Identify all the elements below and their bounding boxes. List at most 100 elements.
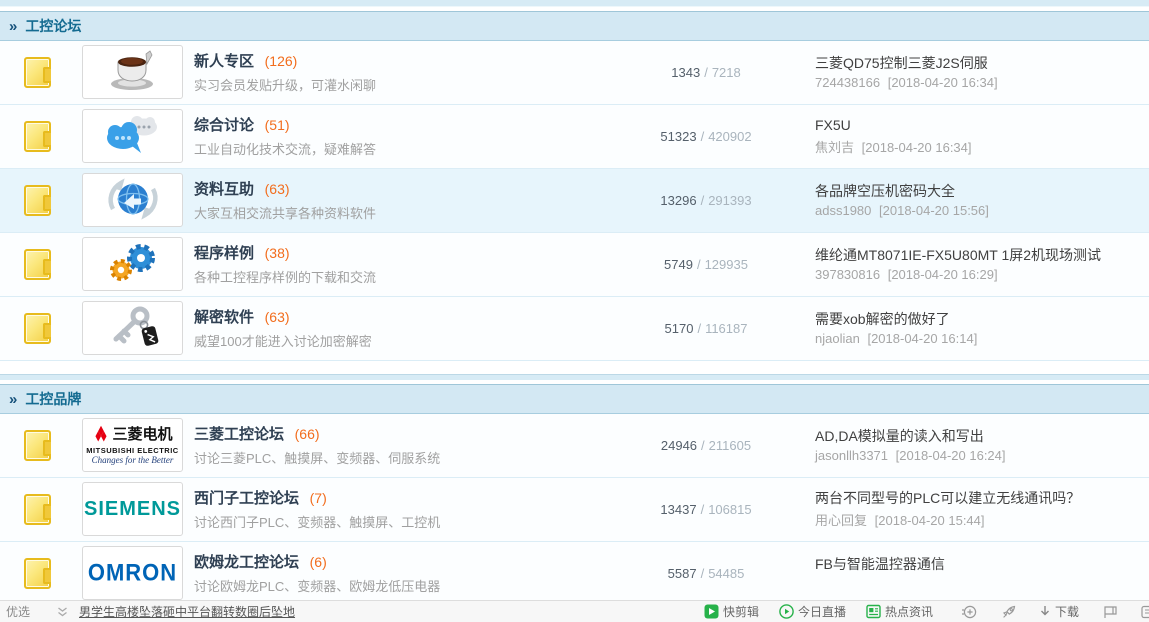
mitsubishi-slogan-text: Changes for the Better [86,456,178,465]
forum-image-link[interactable]: SIEMENS [82,482,183,536]
forum-image-link[interactable] [82,109,183,163]
posts-count: 116187 [705,321,747,336]
last-post-author-link[interactable]: njaolian [815,331,860,346]
last-post-title-link[interactable]: 两台不同型号的PLC可以建立无线通讯吗？ [815,489,1143,508]
posts-count: 129935 [705,257,748,272]
last-post-author-link[interactable]: 用心回复 [815,513,867,528]
collapse-chevrons-icon[interactable] [57,606,68,618]
last-post: 两台不同型号的PLC可以建立无线通讯吗？ 用心回复 [2018-04-20 15… [815,489,1149,529]
forum-description: 工业自动化技术交流，疑难解答 [194,139,597,158]
featured-label: 优选 [6,603,30,620]
threads-count: 1343 [671,65,700,80]
forum-row: SIEMENS 西门子工控论坛 (7) 讨论西门子PLC、变频器、触摸屏、工控机… [0,478,1149,542]
stats-separator: / [704,65,708,80]
forum-name-link[interactable]: 欧姆龙工控论坛 [194,554,299,571]
forum-name-link[interactable]: 解密软件 [194,309,254,326]
posts-count: 211605 [709,438,751,453]
forum-description: 威望100才能进入讨论加密解密 [194,331,597,350]
forum-name-link[interactable]: 西门子工控论坛 [194,490,299,507]
forum-image-link[interactable] [82,301,183,355]
forum-today-count: (38) [265,245,290,261]
rocket-icon[interactable] [1001,604,1017,620]
stats-separator: / [701,193,705,208]
forum-stats: 1343/7218 [597,65,815,80]
download-button[interactable]: 下载 [1039,603,1079,620]
forum-name-link[interactable]: 资料互助 [194,181,254,198]
live-today-button[interactable]: 今日直播 [779,603,846,620]
forum-page: »工控论坛 新人专区 (126) 实习会员发贴升级，可灌水闲聊 1343/721… [0,0,1149,622]
last-post-title-link[interactable]: FX5U [815,116,1143,135]
last-post-title-link[interactable]: 各品牌空压机密码大全 [815,182,1143,201]
edge-clipped-icon[interactable] [1141,605,1149,619]
double-arrow-icon: » [9,391,17,408]
last-post: 各品牌空压机密码大全 adss1980 [2018-04-20 15:56] [815,182,1149,218]
forum-description: 讨论欧姆龙PLC、变频器、欧姆龙低压电器 [194,576,597,595]
forum-name-link[interactable]: 三菱工控论坛 [194,426,284,443]
last-post: AD,DA模拟量的读入和写出 jasonllh3371 [2018-04-20 … [815,427,1149,463]
forum-image-link[interactable]: 三菱电机 MITSUBISHI ELECTRICChanges for the B… [82,418,183,472]
toolbar-right-cluster: 快剪辑 今日直播 热点资讯 [684,603,1149,620]
folder-icon [24,57,51,88]
last-post-author-link[interactable]: 焦刘吉 [815,140,854,155]
forum-row: OMRON 欧姆龙工控论坛 (6) 讨论欧姆龙PLC、变频器、欧姆龙低压电器 5… [0,542,1149,606]
last-post: 三菱QD75控制三菱J2S伺服 724438166 [2018-04-20 16… [815,54,1149,90]
threads-count: 51323 [660,129,696,144]
last-post-title-link[interactable]: 维纶通MT8071IE-FX5U80MT 1屏2机现场测试 [815,246,1143,265]
forum-stats: 5749/129935 [597,257,815,272]
last-post-meta: njaolian [2018-04-20 16:14] [815,331,1143,346]
forum-row: 三菱电机 MITSUBISHI ELECTRICChanges for the B… [0,414,1149,478]
forum-image-link[interactable] [82,45,183,99]
last-post-title-link[interactable]: AD,DA模拟量的读入和写出 [815,427,1143,446]
stats-separator: / [701,438,705,453]
section-header-forums: »工控论坛 [0,11,1149,41]
threads-count: 13296 [660,193,696,208]
quick-editor-button[interactable]: 快剪辑 [704,603,759,620]
news-headline-link[interactable]: 男学生高楼坠落砸中平台翻转数圈后坠地 [79,603,295,620]
last-post-time: [2018-04-20 16:14] [867,331,977,346]
forum-stats: 13296/291393 [597,193,815,208]
forum-row: 新人专区 (126) 实习会员发贴升级，可灌水闲聊 1343/7218 三菱QD… [0,41,1149,105]
mitsubishi-en-text: MITSUBISHI ELECTRIC [86,447,178,455]
forum-image-link[interactable] [82,237,183,291]
forum-stats: 5587/54485 [597,566,815,581]
last-post-title-link[interactable]: FB与智能温控器通信 [815,555,1143,574]
forum-row: 程序样例 (38) 各种工控程序样例的下载和交流 5749/129935 维纶通… [0,233,1149,297]
forum-name-link[interactable]: 程序样例 [194,245,254,262]
forum-info: 程序样例 (38) 各种工控程序样例的下载和交流 [194,242,597,286]
last-post-author-link[interactable]: 724438166 [815,75,880,90]
forum-image-link[interactable] [82,173,183,227]
last-post-time: [2018-04-20 15:56] [879,203,989,218]
mitsubishi-cn-text: 三菱电机 [112,427,172,443]
last-post-title-link[interactable]: 需要xob解密的做好了 [815,310,1143,329]
last-post-author-link[interactable]: 397830816 [815,267,880,282]
last-post-author-link[interactable]: jasonllh3371 [815,448,888,463]
last-post-title-link[interactable]: 三菱QD75控制三菱J2S伺服 [815,54,1143,73]
last-post-meta [815,576,1143,591]
mitsubishi-icon: 三菱电机 MITSUBISHI ELECTRICChanges for the B… [86,425,178,465]
posts-count: 420902 [708,129,751,144]
last-post-meta: 焦刘吉 [2018-04-20 16:34] [815,137,1143,156]
forum-info: 资料互助 (63) 大家互相交流共享各种资料软件 [194,178,597,222]
hot-news-button[interactable]: 热点资讯 [866,603,933,620]
speed-ball-icon[interactable] [961,604,977,620]
forum-name-link[interactable]: 新人专区 [194,53,254,70]
browser-bottom-toolbar: 优选 男学生高楼坠落砸中平台翻转数圈后坠地 快剪辑 今日直播 [0,600,1149,622]
last-post-meta: jasonllh3371 [2018-04-20 16:24] [815,448,1143,463]
last-post: 维纶通MT8071IE-FX5U80MT 1屏2机现场测试 397830816 … [815,246,1149,282]
section-title[interactable]: 工控论坛 [25,18,81,34]
siemens-icon: SIEMENS [84,498,181,521]
section-header-brands: » 工控品牌 [0,384,1149,414]
forum-today-count: (126) [265,53,298,69]
last-post-time: [2018-04-20 16:34] [888,75,998,90]
forum-stats: 51323 /420902 [597,129,815,144]
forum-image-link[interactable]: OMRON [82,546,183,600]
forum-today-count: (51) [265,117,290,133]
coffee-icon [102,49,164,96]
forum-name-link[interactable]: 综合讨论 [194,117,254,134]
forum-list-brands: 三菱电机 MITSUBISHI ELECTRICChanges for the B… [0,414,1149,606]
feedback-flag-icon[interactable] [1103,605,1119,619]
posts-count: 54485 [708,566,744,581]
section-title[interactable]: 工控品牌 [25,391,81,407]
last-post-author-link[interactable]: adss1980 [815,203,871,218]
stats-separator: / [701,129,705,144]
